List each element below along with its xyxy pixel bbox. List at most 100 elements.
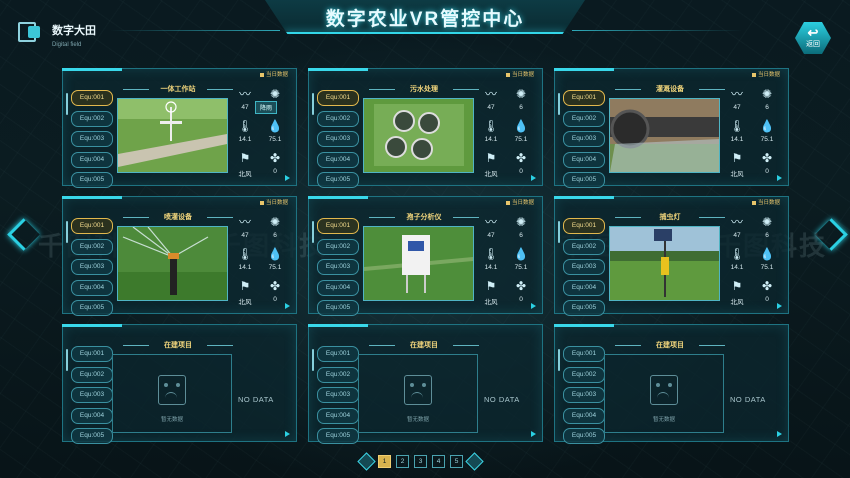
equipment-tab[interactable]: Equ:005	[71, 172, 113, 188]
equipment-scrollbar[interactable]	[558, 93, 560, 115]
metric-wind_speed: ✤ 0	[753, 279, 781, 303]
thermometer-icon: 🌡	[237, 247, 253, 261]
water-drop-icon: 💧	[513, 119, 529, 133]
equipment-tab[interactable]: Equ:001	[71, 218, 113, 234]
page-button-4[interactable]: 4	[432, 455, 445, 468]
metric-value: 北风	[238, 171, 252, 178]
equipment-scrollbar[interactable]	[66, 221, 68, 243]
metric-temperature: 🌡 14.1	[231, 119, 259, 143]
equipment-tab[interactable]: Equ:002	[563, 110, 605, 127]
metric-value: 6	[273, 232, 277, 239]
equipment-tab[interactable]: Equ:002	[317, 238, 359, 255]
equipment-scrollbar[interactable]	[66, 93, 68, 115]
fan-icon: ✤	[515, 279, 527, 293]
equipment-tab[interactable]: Equ:001	[563, 218, 605, 234]
equipment-tab[interactable]: Equ:004	[317, 279, 359, 296]
device-photo[interactable]	[609, 98, 720, 173]
equipment-tab[interactable]: Equ:005	[71, 428, 113, 444]
equipment-tab[interactable]: Equ:004	[563, 151, 605, 168]
equipment-tab[interactable]: Equ:004	[563, 407, 605, 424]
equipment-tab[interactable]: Equ:001	[71, 346, 113, 362]
equipment-tab[interactable]: Equ:003	[71, 387, 113, 403]
fan-icon: ✤	[269, 151, 281, 165]
pagination-prev-button[interactable]	[357, 452, 376, 471]
equipment-tab[interactable]: Equ:003	[563, 259, 605, 275]
equipment-tab[interactable]: Equ:003	[563, 131, 605, 147]
device-photo[interactable]	[609, 226, 720, 301]
fan-icon: ✤	[761, 279, 773, 293]
equipment-scrollbar[interactable]	[558, 349, 560, 371]
equipment-tab[interactable]: Equ:001	[317, 346, 359, 362]
sun-icon: ✺	[761, 87, 773, 101]
thermometer-icon: 🌡	[483, 247, 499, 261]
equipment-tab[interactable]: Equ:003	[317, 131, 359, 147]
equipment-tab[interactable]: Equ:001	[317, 90, 359, 106]
metric-humidity: 〰 47	[231, 215, 259, 239]
equipment-tab[interactable]: Equ:002	[71, 366, 113, 383]
page-button-3[interactable]: 3	[414, 455, 427, 468]
equipment-scrollbar[interactable]	[312, 221, 314, 243]
equipment-tab[interactable]: Equ:005	[563, 428, 605, 444]
equipment-tab[interactable]: Equ:002	[71, 110, 113, 127]
equipment-tab[interactable]: Equ:004	[71, 151, 113, 168]
equipment-tab[interactable]: Equ:003	[71, 259, 113, 275]
wind-flag-icon: ⚑	[239, 151, 251, 165]
equipment-tab[interactable]: Equ:002	[71, 238, 113, 255]
equipment-tab[interactable]: Equ:004	[563, 279, 605, 296]
device-photo[interactable]	[117, 226, 228, 301]
equipment-list: Equ:001 Equ:002 Equ:003 Equ:004 Equ:005	[71, 218, 113, 321]
sad-face-icon	[404, 375, 432, 405]
humidity-icon: 〰	[238, 87, 251, 101]
humidity-icon: 〰	[730, 215, 743, 229]
equipment-tab[interactable]: Equ:004	[71, 407, 113, 424]
panel-title: 孢子分析仪	[369, 212, 479, 223]
equipment-tab[interactable]: Equ:003	[563, 387, 605, 403]
equipment-tab[interactable]: Equ:005	[317, 428, 359, 444]
header-line-right	[572, 30, 742, 31]
equipment-tab[interactable]: Equ:004	[317, 407, 359, 424]
device-photo[interactable]	[117, 98, 228, 173]
equipment-tab[interactable]: Equ:003	[71, 131, 113, 147]
equipment-tab[interactable]: Equ:002	[563, 238, 605, 255]
equipment-tab[interactable]: Equ:005	[563, 172, 605, 188]
humidity-icon: 〰	[730, 87, 743, 101]
equipment-tab[interactable]: Equ:002	[317, 366, 359, 383]
next-page-arrow[interactable]	[815, 215, 848, 265]
equipment-tab[interactable]: Equ:002	[563, 366, 605, 383]
equipment-scrollbar[interactable]	[66, 349, 68, 371]
page-button-1[interactable]: 1	[378, 455, 391, 468]
brand: 数字大田	[18, 20, 96, 42]
equipment-tab[interactable]: Equ:004	[317, 151, 359, 168]
prev-page-arrow[interactable]	[6, 215, 40, 265]
device-photo[interactable]	[363, 98, 474, 173]
metric-value: 0	[519, 296, 523, 303]
panel-tag: 当日数据	[506, 198, 534, 206]
equipment-tab[interactable]: Equ:001	[317, 218, 359, 234]
sun-icon: ✺	[269, 87, 281, 101]
equipment-scrollbar[interactable]	[312, 349, 314, 371]
equipment-tab[interactable]: Equ:005	[317, 300, 359, 316]
pagination-next-button[interactable]	[465, 452, 484, 471]
metric-temperature: 🌡 14.1	[477, 247, 505, 271]
equipment-tab[interactable]: Equ:002	[317, 110, 359, 127]
device-panel: 当日数据 Equ:001 Equ:002 Equ:003 Equ:004 Equ:005 灌…	[554, 68, 789, 188]
equipment-tab[interactable]: Equ:003	[317, 259, 359, 275]
equipment-tab[interactable]: Equ:005	[71, 300, 113, 316]
humidity-icon: 〰	[238, 215, 251, 229]
equipment-tab[interactable]: Equ:001	[563, 346, 605, 362]
page-button-2[interactable]: 2	[396, 455, 409, 468]
equipment-tab[interactable]: Equ:001	[563, 90, 605, 106]
metric-value: 75.1	[514, 136, 528, 143]
equipment-scrollbar[interactable]	[558, 221, 560, 243]
device-panel: Equ:001 Equ:002 Equ:003 Equ:004 Equ:005 在建项目 …	[308, 324, 543, 444]
equipment-tab[interactable]: Equ:001	[71, 90, 113, 106]
equipment-tab[interactable]: Equ:004	[71, 279, 113, 296]
equipment-tab[interactable]: Equ:005	[317, 172, 359, 188]
page-button-5[interactable]: 5	[450, 455, 463, 468]
equipment-tab[interactable]: Equ:005	[563, 300, 605, 316]
humidity-icon: 〰	[484, 215, 497, 229]
equipment-tab[interactable]: Equ:003	[317, 387, 359, 403]
equipment-scrollbar[interactable]	[312, 93, 314, 115]
device-photo[interactable]	[363, 226, 474, 301]
header: 数字农业VR管控中心	[0, 0, 850, 44]
